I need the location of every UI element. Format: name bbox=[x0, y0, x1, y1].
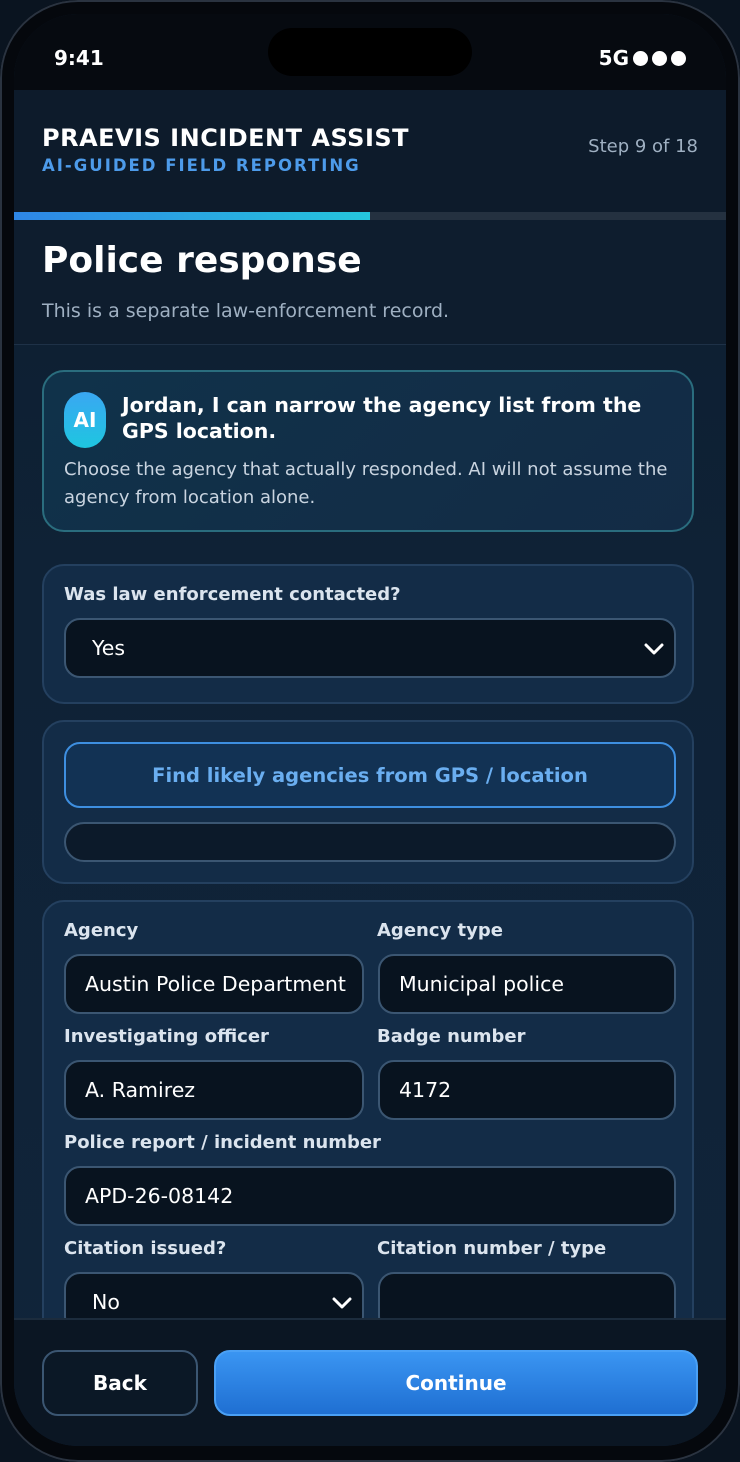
page-header: Police response This is a separate law-e… bbox=[14, 220, 726, 345]
progress-bar bbox=[14, 212, 726, 220]
citation-select[interactable]: No bbox=[64, 1272, 364, 1319]
lookup-card: Find likely agencies from GPS / location bbox=[42, 720, 694, 884]
chevron-down-icon bbox=[332, 1297, 352, 1309]
network-label: 5G bbox=[598, 46, 629, 70]
ai-headline: Jordan, I can narrow the agency list fro… bbox=[122, 393, 642, 443]
badge-label: Badge number bbox=[377, 1026, 526, 1047]
screen: 9:41 5G PRAEVIS INCIDENT ASSIST AI-GUIDE… bbox=[14, 14, 726, 1446]
status-time: 9:41 bbox=[54, 46, 104, 70]
citation-number-label: Citation number / type bbox=[377, 1238, 607, 1259]
badge-input[interactable]: 4172 bbox=[378, 1060, 676, 1120]
phone-frame: 9:41 5G PRAEVIS INCIDENT ASSIST AI-GUIDE… bbox=[0, 0, 740, 1462]
officer-label: Investigating officer bbox=[64, 1026, 269, 1047]
agency-type-input[interactable]: Municipal police bbox=[378, 954, 676, 1014]
contact-card: Was law enforcement contacted? Yes bbox=[42, 564, 694, 704]
network-status: 5G bbox=[599, 46, 686, 70]
form-scroll-area[interactable]: AI Jordan, I can narrow the agency list … bbox=[14, 345, 726, 1319]
officer-input[interactable]: A. Ramirez bbox=[64, 1060, 364, 1120]
page-title: Police response bbox=[42, 240, 362, 281]
agency-input[interactable]: Austin Police Department bbox=[64, 954, 364, 1014]
step-indicator: Step 9 of 18 bbox=[588, 136, 698, 157]
status-bar: 9:41 5G bbox=[14, 14, 726, 90]
progress-fill bbox=[14, 212, 370, 220]
ai-body: Choose the agency that actually responde… bbox=[64, 459, 668, 508]
footer-bar: Back Continue bbox=[14, 1318, 726, 1446]
dynamic-island bbox=[268, 28, 472, 76]
report-number-label: Police report / incident number bbox=[64, 1132, 381, 1153]
report-number-input[interactable]: APD-26-08142 bbox=[64, 1166, 676, 1226]
page-subtitle: This is a separate law-enforcement recor… bbox=[42, 300, 450, 322]
signal-dot-icon bbox=[671, 50, 686, 66]
back-button[interactable]: Back bbox=[42, 1350, 198, 1416]
agency-details-card: Agency Agency type Austin Police Departm… bbox=[42, 900, 694, 1319]
app-header: PRAEVIS INCIDENT ASSIST AI-GUIDED FIELD … bbox=[14, 90, 726, 212]
app-subtitle: AI-GUIDED FIELD REPORTING bbox=[42, 156, 361, 175]
citation-number-input[interactable] bbox=[378, 1272, 676, 1319]
citation-label: Citation issued? bbox=[64, 1238, 227, 1259]
find-agencies-button[interactable]: Find likely agencies from GPS / location bbox=[64, 742, 676, 808]
citation-select-value: No bbox=[92, 1290, 120, 1314]
contact-label: Was law enforcement contacted? bbox=[64, 584, 401, 605]
signal-dot-icon bbox=[652, 50, 667, 66]
signal-dot-icon bbox=[633, 50, 648, 66]
contact-select-value: Yes bbox=[92, 636, 126, 660]
ai-suggestion-card: AI Jordan, I can narrow the agency list … bbox=[42, 370, 694, 532]
chevron-down-icon bbox=[644, 643, 664, 655]
agency-type-label: Agency type bbox=[377, 920, 503, 941]
continue-button[interactable]: Continue bbox=[214, 1350, 698, 1416]
app-title: PRAEVIS INCIDENT ASSIST bbox=[42, 124, 410, 152]
ai-badge-icon: AI bbox=[64, 392, 106, 448]
contact-select[interactable]: Yes bbox=[64, 618, 676, 678]
agency-label: Agency bbox=[64, 920, 139, 941]
agency-results-field[interactable] bbox=[64, 822, 676, 862]
